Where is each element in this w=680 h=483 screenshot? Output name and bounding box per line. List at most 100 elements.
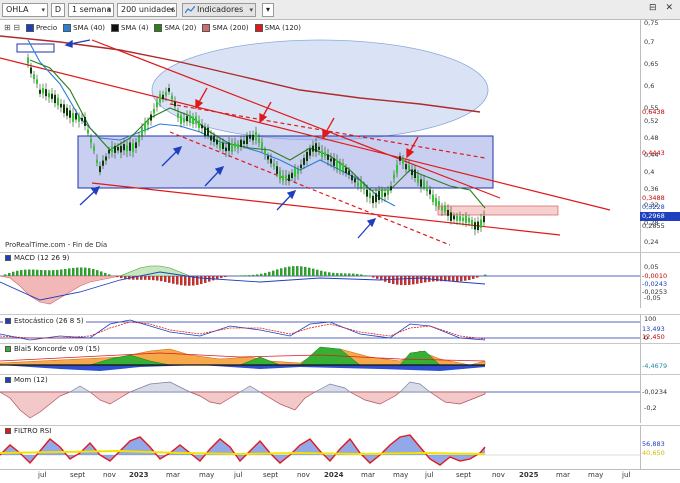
price-tick: 0,52: [644, 117, 658, 125]
period-selector[interactable]: 1 semana ▾: [68, 3, 114, 17]
mode-button[interactable]: D: [51, 3, 65, 17]
window-controls[interactable]: ⊟ ✕: [649, 3, 676, 13]
rsi-tag: 56,883: [640, 440, 680, 449]
candle-body: [360, 182, 362, 188]
candle-body: [249, 135, 251, 139]
macd-tick: 0,05: [644, 263, 658, 271]
candle-body: [138, 137, 140, 142]
macd-histogram-bar: [292, 266, 295, 276]
legend-item-sma4[interactable]: SMA (4): [111, 24, 148, 32]
indicators-button[interactable]: Indicadores ▾: [182, 3, 256, 17]
mom-pos-area: [70, 382, 430, 392]
stoch-label[interactable]: Estocástico (26 8 5): [3, 317, 86, 325]
candle-body: [456, 216, 458, 221]
macd-histogram-bar: [40, 270, 43, 276]
rsi-label-text: FILTRO RSI: [14, 427, 51, 435]
units-selector[interactable]: 200 unidades ▾: [117, 3, 177, 17]
x-tick: 2025: [519, 471, 538, 479]
candle-body: [147, 120, 149, 124]
macd-histogram-bar: [268, 272, 271, 276]
legend-item-sma120[interactable]: SMA (120): [255, 24, 301, 32]
macd-histogram-bar: [156, 276, 159, 281]
swatch: [111, 24, 119, 32]
price-tick: 0,24: [644, 238, 658, 246]
legend-item-sma20[interactable]: SMA (20): [154, 24, 196, 32]
candle-body: [99, 166, 101, 172]
legend-toggle-icon[interactable]: ⊞ ⊟: [4, 23, 20, 32]
candle-body: [288, 175, 290, 182]
candle-body: [252, 135, 254, 140]
macd-histogram-bar: [468, 276, 471, 280]
candle-body: [483, 216, 485, 222]
candle-body: [285, 175, 287, 180]
indicators-label: Indicadores: [197, 5, 243, 14]
rsi-label[interactable]: FILTRO RSI: [3, 427, 53, 435]
macd-histogram-bar: [260, 274, 263, 276]
legend-item-sma40[interactable]: SMA (40): [63, 24, 105, 32]
macd-histogram-bar: [160, 276, 163, 281]
candle-body: [414, 169, 416, 178]
candle-body: [381, 190, 383, 197]
macd-histogram-bar: [32, 270, 35, 276]
swatch: [154, 24, 162, 32]
candle-body: [321, 151, 323, 157]
price-tag-sma20: 0,3228: [640, 203, 680, 212]
swatch: [5, 318, 11, 324]
candle-body: [156, 102, 158, 107]
x-tick: 2023: [129, 471, 148, 479]
macd-histogram-bar: [240, 275, 243, 276]
swatch: [202, 24, 210, 32]
macd-histogram-bar: [168, 276, 171, 283]
koncorde-label[interactable]: Blai5 Koncorde v.09 (15): [3, 345, 102, 353]
candle-body: [465, 216, 467, 223]
candle-body: [390, 186, 392, 190]
price-tick: 0,7: [644, 38, 654, 46]
candle-body: [261, 142, 263, 148]
legend-item-precio[interactable]: Precio: [26, 24, 57, 32]
candle-body: [198, 120, 200, 127]
symbol-selector[interactable]: OHLA ▾: [2, 3, 48, 17]
candle-body: [378, 191, 380, 200]
candle-body: [225, 148, 227, 152]
macd-histogram-bar: [4, 274, 7, 276]
candle-body: [387, 189, 389, 195]
stoch-tick: 100: [644, 315, 656, 323]
candle-body: [441, 207, 443, 211]
macd-histogram-bar: [396, 276, 399, 285]
macd-histogram-bar: [164, 276, 167, 282]
macd-histogram-bar: [284, 267, 287, 276]
x-tick: mar: [166, 471, 180, 479]
macd-histogram-bar: [256, 274, 259, 276]
macd-histogram-bar: [64, 269, 67, 276]
candle-body: [369, 193, 371, 198]
legend-label: SMA (4): [121, 24, 148, 32]
legend-label: SMA (20): [164, 24, 196, 32]
macd-histogram-bar: [48, 270, 51, 276]
macd-svg: [0, 252, 640, 307]
candle-body: [105, 157, 107, 161]
candle-body: [180, 115, 182, 124]
legend-item-sma200[interactable]: SMA (200): [202, 24, 248, 32]
candle-body: [111, 146, 113, 152]
swatch: [5, 255, 11, 261]
mom-tag: -0,0234: [640, 388, 680, 397]
candle-body: [366, 190, 368, 197]
macd-label[interactable]: MACD (12 26 9): [3, 254, 71, 262]
macd-histogram-bar: [476, 276, 479, 278]
candle-body: [102, 161, 104, 166]
x-tick: jul: [425, 471, 433, 479]
candle-body: [243, 141, 245, 144]
legend-label: SMA (40): [73, 24, 105, 32]
candle-body: [357, 183, 359, 186]
candle-body: [450, 212, 452, 221]
mom-label[interactable]: Mom (12): [3, 376, 50, 384]
macd-histogram-bar: [224, 276, 227, 277]
chart-menu-button[interactable]: ▾: [262, 3, 274, 17]
candle-body: [177, 113, 179, 117]
macd-histogram-bar: [36, 270, 39, 276]
macd-histogram-bar: [60, 269, 63, 276]
candle-body: [150, 115, 152, 121]
period-label: 1 semana: [72, 5, 111, 14]
candle-body: [345, 168, 347, 173]
macd-histogram-bar: [356, 274, 359, 276]
